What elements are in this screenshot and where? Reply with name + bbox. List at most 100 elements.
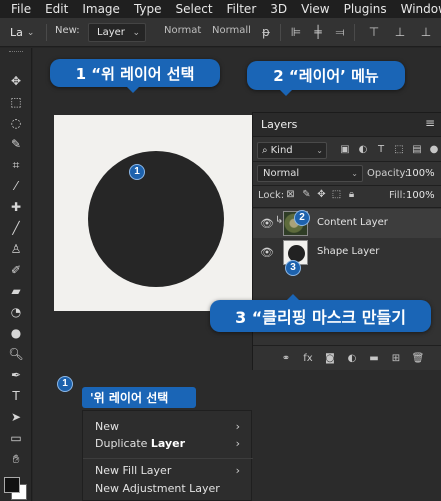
panel-menu-icon[interactable]: ≡: [425, 116, 435, 130]
new-group-icon[interactable]: ▬: [367, 352, 381, 366]
callout-text: 2 “레이어’ 메뉴: [273, 67, 379, 85]
callout-tail: [279, 89, 293, 96]
menu-3d[interactable]: 3D: [263, 2, 294, 16]
lock-label: Lock:: [258, 190, 285, 201]
menu-item-new-fill-layer[interactable]: New Fill Layer: [95, 464, 171, 477]
menu-window[interactable]: Window: [394, 2, 441, 16]
healing-icon[interactable]: ✚: [6, 199, 26, 216]
visibility-eye-icon[interactable]: 👁︎: [260, 217, 274, 230]
panel-title[interactable]: Layers: [261, 118, 297, 131]
adjustment-layer-icon[interactable]: ◐: [345, 352, 359, 366]
divider: [253, 185, 441, 186]
align-left-icon[interactable]: ⊫: [288, 24, 304, 41]
pen-icon[interactable]: ✒: [6, 367, 26, 384]
step-badge: 2: [294, 210, 310, 226]
callout-tail: [126, 86, 140, 93]
align-bottom-icon[interactable]: ⊥: [418, 24, 434, 41]
menu-item-label: Duplicate: [95, 437, 151, 450]
add-mask-icon[interactable]: ◙: [323, 352, 337, 366]
chevron-down-icon: ⌄: [351, 169, 358, 178]
filter-adjustment-icon[interactable]: ◐: [357, 143, 369, 157]
layer-row-content[interactable]: 👁︎ ↳ Content Layer: [253, 209, 441, 238]
menu-separator: [83, 458, 253, 459]
menu-image[interactable]: Image: [75, 2, 127, 16]
menu-filter[interactable]: Filter: [220, 2, 264, 16]
menu-select[interactable]: Select: [169, 2, 220, 16]
dodge-icon[interactable]: 🔍︎: [6, 346, 26, 363]
layer-filter-select[interactable]: ⌕ Kind ⌄: [257, 142, 327, 159]
eyedropper-icon[interactable]: ⁄: [6, 178, 26, 195]
lasso-icon[interactable]: ◌: [6, 115, 26, 132]
foreground-color-swatch[interactable]: [4, 477, 20, 493]
filter-pixel-icon[interactable]: ▣: [339, 143, 351, 157]
menu-file[interactable]: File: [0, 2, 38, 16]
marquee-icon[interactable]: ⬚: [6, 94, 26, 111]
gradient-icon[interactable]: ◔: [6, 304, 26, 321]
lock-all-icon[interactable]: 🔒︎: [346, 189, 357, 201]
align-center-icon[interactable]: ╪: [310, 24, 326, 41]
lock-artboard-icon[interactable]: ⬚: [331, 189, 342, 201]
opacity-label: Normall: [212, 25, 251, 36]
new-layer-icon[interactable]: ⊞: [389, 352, 403, 366]
visibility-eye-icon[interactable]: 👁︎: [260, 246, 274, 259]
menu-item-new[interactable]: New: [95, 420, 119, 433]
layer-name[interactable]: Content Layer: [317, 217, 388, 228]
layers-panel-header: Layers ≡: [253, 113, 441, 137]
menu-item-label: New Adjustment Layer: [95, 482, 220, 495]
align-right-icon[interactable]: ⫤: [332, 24, 348, 41]
path-select-icon[interactable]: ➤: [6, 409, 26, 426]
menu-item-new-adjustment-layer[interactable]: New Adjustment Layer: [95, 482, 220, 495]
hand-icon[interactable]: ✋︎: [6, 451, 26, 468]
brush-icon[interactable]: ╱: [6, 220, 26, 237]
menu-plugins[interactable]: Plugins: [337, 2, 394, 16]
tool-preset-picker[interactable]: La ⌄: [4, 23, 40, 42]
menu-item-label: New: [95, 420, 119, 433]
fill-value[interactable]: 100%: [406, 190, 435, 201]
lock-transparent-icon[interactable]: ⊠: [285, 189, 296, 201]
filter-kind-value: Kind: [270, 145, 293, 156]
eraser-icon[interactable]: ▰: [6, 283, 26, 300]
align-top-icon[interactable]: ⊤: [366, 24, 382, 41]
path-ops-icon[interactable]: ᵽ: [258, 24, 274, 41]
layers-panel-footer: ⚭ fx ◙ ◐ ▬ ⊞ 🗑︎: [253, 345, 441, 371]
chevron-down-icon: ⌄: [132, 27, 140, 38]
chevron-down-icon: ⌄: [316, 146, 323, 155]
menu-edit[interactable]: Edit: [38, 2, 75, 16]
rectangle-icon[interactable]: ▭: [6, 430, 26, 447]
link-layers-icon[interactable]: ⚭: [279, 352, 293, 366]
quick-select-icon[interactable]: ✎: [6, 136, 26, 153]
layer-style-icon[interactable]: fx: [301, 352, 315, 366]
step-badge: 1: [129, 164, 145, 180]
menu-item-label: New Fill Layer: [95, 464, 172, 477]
menu-item-label-bold: Layer: [150, 437, 186, 450]
menu-item-duplicate-layer[interactable]: Duplicate Layer: [95, 437, 185, 450]
blend-mode-select[interactable]: Normal ⌄: [257, 165, 363, 182]
blur-icon[interactable]: ●: [6, 325, 26, 342]
align-middle-icon[interactable]: ⊥: [392, 24, 408, 41]
callout-layer-menu: 2 “레이어’ 메뉴: [247, 61, 405, 96]
new-layer-select[interactable]: Layer ⌄: [88, 23, 146, 42]
callout-text: 1 “위 레이어 선택: [75, 64, 195, 83]
layer-row-shape[interactable]: 👁︎ Shape Layer: [253, 238, 441, 267]
menu-view[interactable]: View: [294, 2, 336, 16]
lock-position-icon[interactable]: ✥: [316, 189, 327, 201]
opacity-value[interactable]: 100%: [406, 168, 435, 179]
new-layer-value: Layer: [97, 27, 125, 38]
filter-smart-icon[interactable]: ▤: [411, 143, 423, 157]
type-icon[interactable]: T: [6, 388, 26, 405]
filter-toggle-icon[interactable]: ●: [428, 143, 440, 157]
menu-type[interactable]: Type: [127, 2, 169, 16]
search-icon: ⌕: [262, 145, 268, 156]
layer-name[interactable]: Shape Layer: [317, 246, 379, 257]
clone-stamp-icon[interactable]: ♙: [6, 241, 26, 258]
shape-layer-circle: [88, 151, 224, 287]
lock-image-icon[interactable]: ✎: [301, 189, 312, 201]
filter-shape-icon[interactable]: ⬚: [393, 143, 405, 157]
filter-type-icon[interactable]: T: [375, 143, 387, 157]
crop-icon[interactable]: ⌗: [6, 157, 26, 174]
history-brush-icon[interactable]: ✐: [6, 262, 26, 279]
move-icon[interactable]: ✥: [6, 73, 26, 90]
layer-context-menu: New › Duplicate Layer › New Fill Layer ›…: [82, 410, 253, 501]
delete-layer-icon[interactable]: 🗑︎: [411, 352, 425, 366]
panel-grip[interactable]: [9, 51, 23, 55]
